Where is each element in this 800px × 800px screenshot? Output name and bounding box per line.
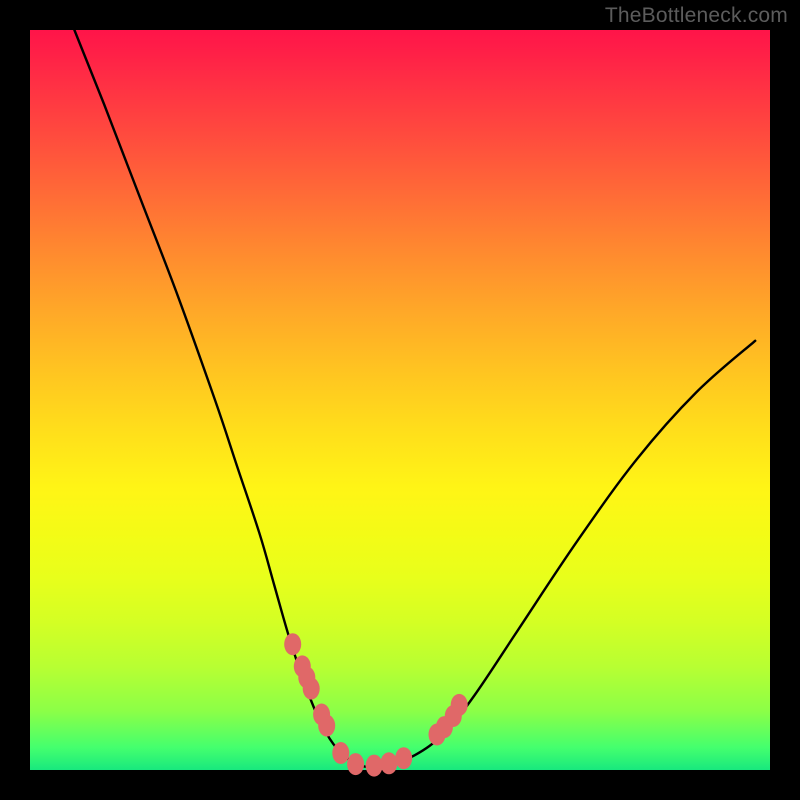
curve-marker (318, 715, 335, 737)
curve-marker (284, 633, 301, 655)
curve-marker (332, 742, 349, 764)
chart-svg (30, 30, 770, 770)
curve-marker (395, 747, 412, 769)
plot-area (30, 30, 770, 770)
outer-frame: TheBottleneck.com (0, 0, 800, 800)
curve-marker (366, 755, 383, 777)
watermark-text: TheBottleneck.com (605, 4, 788, 28)
curve-marker (303, 678, 320, 700)
curve-marker (347, 753, 364, 775)
bottleneck-curve (74, 30, 755, 767)
curve-marker (451, 694, 468, 716)
curve-marker (380, 752, 397, 774)
